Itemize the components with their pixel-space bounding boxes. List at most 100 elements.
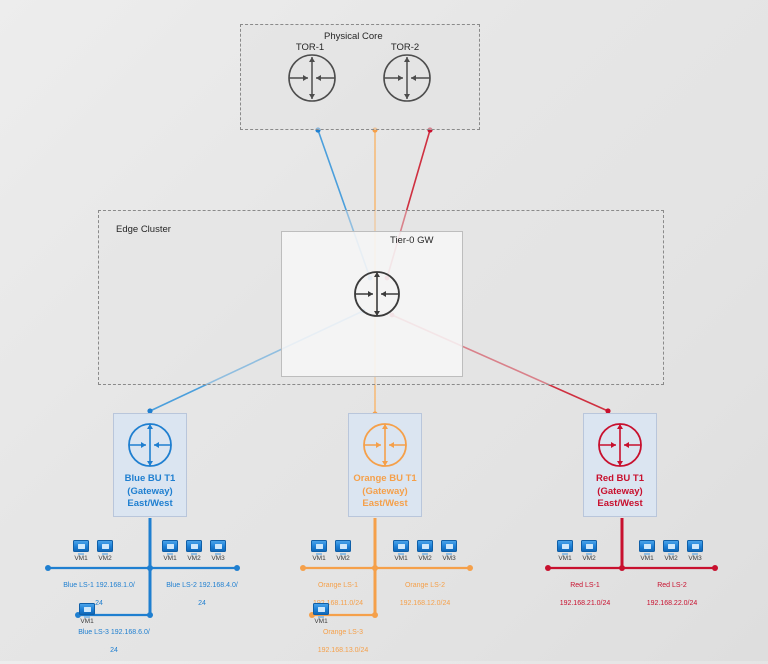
- red-t1-label-line3: East/West: [597, 498, 643, 509]
- vm-label: VM1: [163, 555, 177, 562]
- orange-ls3-name2: 192.168.13.0/24: [317, 647, 369, 654]
- blue-t1-label: Blue BU T1 (Gateway) East/West: [125, 473, 176, 511]
- orange-ls2-vm-group: VM1 VM2 VM3: [392, 540, 458, 563]
- vm-icon-item[interactable]: VM2: [416, 540, 434, 563]
- blue-t1-label-line3: East/West: [127, 498, 173, 509]
- orange-ls1-vm-group: VM1 VM2: [310, 540, 352, 563]
- vm-monitor-icon: [79, 603, 95, 615]
- blue-ls1-name: Blue LS-1 192.168.1.0/: [63, 582, 135, 589]
- vm-label: VM1: [74, 555, 88, 562]
- blue-ls1-segment-label: Blue LS-1 192.168.1.0/ 24: [48, 572, 150, 617]
- blue-ls1-name2: 24: [95, 600, 103, 607]
- blue-t1-label-line2: (Gateway): [127, 485, 173, 497]
- vm-icon-item[interactable]: VM3: [686, 540, 704, 563]
- vm-label: VM1: [394, 555, 408, 562]
- vm-label: VM2: [98, 555, 112, 562]
- vm-monitor-icon: [97, 540, 113, 552]
- vm-label: VM2: [664, 555, 678, 562]
- vm-monitor-icon: [313, 603, 329, 615]
- orange-ls2-segment-label: Orange LS-2 192.168.12.0/24: [380, 572, 470, 617]
- vm-icon-item[interactable]: VM1: [638, 540, 656, 563]
- vm-monitor-icon: [210, 540, 226, 552]
- vm-icon-item[interactable]: VM3: [440, 540, 458, 563]
- vm-icon-item[interactable]: VM2: [662, 540, 680, 563]
- vm-label: VM2: [582, 555, 596, 562]
- orange-t1-label-line3: East/West: [362, 498, 408, 509]
- vm-label: VM3: [688, 555, 702, 562]
- vm-monitor-icon: [639, 540, 655, 552]
- blue-ls3-name2: 24: [110, 647, 118, 654]
- orange-ls1-name: Orange LS-1: [317, 582, 359, 589]
- diagram-canvas: Physical Core TOR-1 TOR-2 Edge Cluster T…: [0, 0, 768, 661]
- blue-t1-gateway[interactable]: Blue BU T1 (Gateway) East/West: [113, 413, 187, 517]
- red-t1-label-line2: (Gateway): [597, 485, 643, 497]
- vm-monitor-icon: [441, 540, 457, 552]
- physical-core-label: Physical Core: [324, 31, 383, 42]
- vm-monitor-icon: [557, 540, 573, 552]
- blue-ls3-name: Blue LS-3 192.168.6.0/: [78, 629, 150, 636]
- blue-ls1-vm-group: VM1 VM2: [72, 540, 114, 563]
- tor1-router-icon[interactable]: [284, 52, 340, 104]
- orange-ls-junction: [372, 565, 378, 571]
- vm-monitor-icon: [335, 540, 351, 552]
- vm-label: VM3: [211, 555, 225, 562]
- vm-monitor-icon: [311, 540, 327, 552]
- vm-icon-item[interactable]: VM2: [96, 540, 114, 563]
- blue-ls2-name: Blue LS-2 192.168.4.0/: [166, 582, 238, 589]
- vm-icon-item[interactable]: VM3: [209, 540, 227, 563]
- vm-label: VM1: [312, 555, 326, 562]
- vm-monitor-icon: [417, 540, 433, 552]
- red-ls1-name: Red LS-1: [570, 582, 600, 589]
- orange-ls1-endpoint: [300, 565, 306, 571]
- vm-icon-item[interactable]: VM1: [72, 540, 90, 563]
- orange-ls1-segment-label: Orange LS-1 192.168.11.0/24: [296, 572, 380, 617]
- vm-label: VM2: [187, 555, 201, 562]
- tor2-router-icon[interactable]: [379, 52, 435, 104]
- orange-ls3-segment-label: Orange LS-3 192.168.13.0/24: [301, 619, 385, 664]
- vm-icon-item[interactable]: VM1: [392, 540, 410, 563]
- vm-icon-item[interactable]: VM2: [185, 540, 203, 563]
- red-ls1-segment-label: Red LS-1 192.168.21.0/24: [543, 572, 627, 617]
- orange-t1-label-line1: Orange BU T1: [353, 473, 417, 484]
- vm-icon-item[interactable]: VM1: [556, 540, 574, 563]
- vm-monitor-icon: [186, 540, 202, 552]
- orange-ls2-name2: 192.168.12.0/24: [399, 600, 451, 607]
- red-t1-gateway[interactable]: Red BU T1 (Gateway) East/West: [583, 413, 657, 517]
- vm-icon-item[interactable]: VM1: [161, 540, 179, 563]
- blue-ls1-endpoint: [45, 565, 51, 571]
- red-t1-label-line1: Red BU T1: [595, 473, 645, 484]
- vm-monitor-icon: [393, 540, 409, 552]
- orange-t1-router-icon: [363, 423, 407, 467]
- red-ls-junction: [619, 565, 625, 571]
- red-ls2-segment-label: Red LS-2 192.168.22.0/24: [627, 572, 717, 617]
- orange-ls3-name: Orange LS-3: [322, 629, 364, 636]
- red-ls1-name2: 192.168.21.0/24: [559, 600, 611, 607]
- red-ls2-name2: 192.168.22.0/24: [646, 600, 698, 607]
- vm-icon-item[interactable]: VM1: [310, 540, 328, 563]
- orange-t1-label: Orange BU T1 (Gateway) East/West: [353, 473, 416, 511]
- blue-ls2-segment-label: Blue LS-2 192.168.4.0/ 24: [151, 572, 253, 617]
- blue-ls2-vm-group: VM1 VM2 VM3: [161, 540, 227, 563]
- vm-icon-item[interactable]: VM2: [580, 540, 598, 563]
- vm-label: VM1: [640, 555, 654, 562]
- vm-icon-item[interactable]: VM2: [334, 540, 352, 563]
- orange-ls1-name2: 192.168.11.0/24: [312, 600, 364, 607]
- blue-ls3-segment-label: Blue LS-3 192.168.6.0/ 24: [63, 619, 165, 664]
- vm-monitor-icon: [663, 540, 679, 552]
- red-ls2-name: Red LS-2: [657, 582, 687, 589]
- vm-label: VM1: [558, 555, 572, 562]
- orange-ls2-name: Orange LS-2: [404, 582, 446, 589]
- vm-monitor-icon: [687, 540, 703, 552]
- tier0-router-icon[interactable]: [351, 268, 403, 320]
- blue-t1-router-icon: [128, 423, 172, 467]
- red-ls1-endpoint: [545, 565, 551, 571]
- blue-ls2-name2: 24: [198, 600, 206, 607]
- vm-label: VM3: [442, 555, 456, 562]
- orange-t1-gateway[interactable]: Orange BU T1 (Gateway) East/West: [348, 413, 422, 517]
- blue-ls-junction: [147, 565, 153, 571]
- blue-t1-label-line1: Blue BU T1: [124, 473, 176, 484]
- red-t1-router-icon: [598, 423, 642, 467]
- red-ls2-endpoint: [712, 565, 718, 571]
- red-ls1-vm-group: VM1 VM2: [556, 540, 598, 563]
- vm-monitor-icon: [162, 540, 178, 552]
